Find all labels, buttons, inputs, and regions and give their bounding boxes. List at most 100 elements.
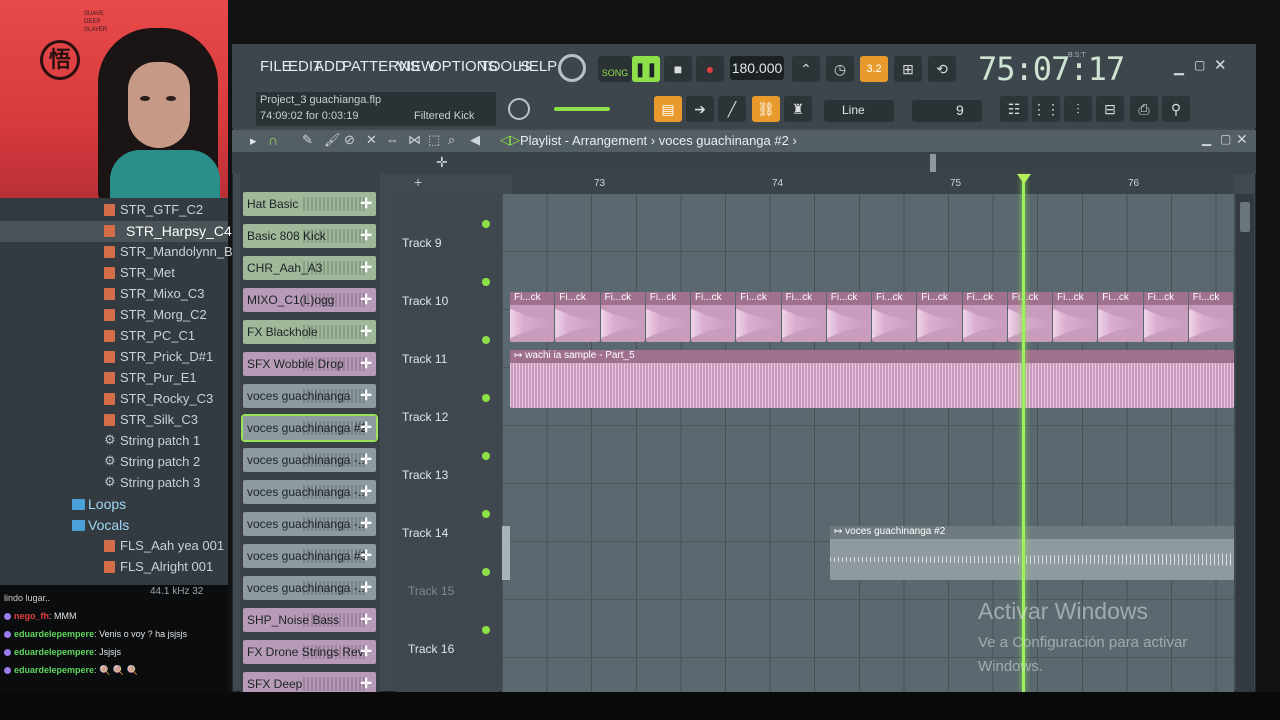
- pattern-item[interactable]: CHR_Aah_A3 ✛: [243, 256, 376, 280]
- cpu-indicator[interactable]: 3.2: [860, 56, 888, 82]
- track-mute-led[interactable]: [482, 568, 490, 576]
- menu-file[interactable]: FILE: [260, 58, 292, 75]
- metronome-icon[interactable]: ⌃: [792, 56, 820, 82]
- file-icon[interactable]: ⎙: [1130, 96, 1158, 122]
- track-mute-led[interactable]: [482, 220, 490, 228]
- pattern-item[interactable]: voces guachinanga -... ✛: [243, 576, 376, 600]
- pattern-selector[interactable]: 9: [912, 100, 982, 122]
- pattern-item[interactable]: FX Blackhole ✛: [243, 320, 376, 344]
- lane-track-11[interactable]: ↦ wachi ia sample - Part_5: [502, 310, 1234, 408]
- browser-item[interactable]: STR_Harpsy_C4: [0, 221, 232, 242]
- pat-song-toggle[interactable]: SONG: [598, 56, 632, 82]
- delete-icon[interactable]: ⊘: [344, 132, 355, 148]
- pattern-add-icon[interactable]: ✛: [360, 643, 372, 660]
- browser-item[interactable]: STR_Met: [0, 263, 228, 284]
- browser-item[interactable]: STR_Prick_D#1: [0, 347, 228, 368]
- pattern-item[interactable]: voces guachinanga -... ✛: [243, 480, 376, 504]
- play-arrow-icon[interactable]: ▸: [250, 133, 257, 149]
- track-label[interactable]: Track 11: [402, 352, 447, 366]
- zoom-icon[interactable]: ⌕: [448, 132, 455, 148]
- slip-icon[interactable]: ⇔: [386, 132, 399, 147]
- playhead-marker[interactable]: [1017, 174, 1031, 184]
- plugin-icon[interactable]: ⚲: [1162, 96, 1190, 122]
- maximize-icon[interactable]: ▢: [1194, 58, 1205, 72]
- pattern-add-icon[interactable]: ✛: [360, 675, 372, 692]
- playlist-close-icon[interactable]: ✕: [1236, 131, 1248, 148]
- stop-icon[interactable]: ■: [664, 56, 692, 82]
- loop-record-icon[interactable]: ⟲: [928, 56, 956, 82]
- pattern-add-icon[interactable]: ✛: [360, 515, 372, 532]
- wait-icon[interactable]: ◷: [826, 56, 854, 82]
- pattern-item[interactable]: voces guachinanga #3 ✛: [243, 544, 376, 568]
- pattern-add-icon[interactable]: ✛: [360, 547, 372, 564]
- mixer-icon[interactable]: ⫶: [1064, 96, 1092, 122]
- master-pitch-slider[interactable]: [554, 107, 610, 111]
- track-mute-led[interactable]: [482, 394, 490, 402]
- track-mute-led[interactable]: [482, 336, 490, 344]
- pattern-item[interactable]: MIXO_C1(L)ogg ✛: [243, 288, 376, 312]
- pattern-item[interactable]: voces guachinanga ✛: [243, 384, 376, 408]
- pattern-add-icon[interactable]: ✛: [360, 323, 372, 340]
- pitch-knob[interactable]: [508, 98, 530, 120]
- pattern-add-icon[interactable]: ✛: [360, 387, 372, 404]
- playlist-maximize-icon[interactable]: ▢: [1220, 132, 1231, 146]
- track-label[interactable]: Track 9: [402, 236, 442, 250]
- pause-icon[interactable]: ❚❚: [632, 56, 660, 82]
- browser-icon[interactable]: ⊟: [1096, 96, 1124, 122]
- browser-item[interactable]: Loops: [0, 494, 228, 515]
- browser-item[interactable]: FLS_Aah yea 001: [0, 536, 228, 557]
- pattern-add-icon[interactable]: ✛: [360, 611, 372, 628]
- track-label[interactable]: Track 10: [402, 294, 448, 308]
- browser-item[interactable]: STR_GTF_C2: [0, 200, 228, 221]
- pattern-add-icon[interactable]: ✛: [360, 355, 372, 372]
- pattern-add-icon[interactable]: ✛: [360, 451, 372, 468]
- bell-icon[interactable]: ♜: [784, 96, 812, 122]
- browser-item[interactable]: STR_PC_C1: [0, 326, 228, 347]
- channel-rack-icon[interactable]: ⋮⋮: [1032, 96, 1060, 122]
- pattern-add-icon[interactable]: ✛: [360, 419, 372, 436]
- track-14-resize[interactable]: [502, 526, 510, 580]
- slide-icon[interactable]: ╱: [718, 96, 746, 122]
- browser-item[interactable]: STR_Silk_C3: [0, 410, 228, 431]
- minimize-icon[interactable]: ▁: [1174, 60, 1184, 76]
- browser-item[interactable]: ⚙ String patch 1: [0, 431, 228, 452]
- pattern-item[interactable]: voces guachinanga -... ✛: [243, 448, 376, 472]
- brush-icon[interactable]: 🖌: [324, 132, 341, 148]
- track-label[interactable]: Track 14: [402, 526, 448, 540]
- link-icon[interactable]: ⛓: [752, 96, 780, 122]
- pattern-add-icon[interactable]: ✛: [360, 579, 372, 596]
- track-label[interactable]: Track 12: [402, 410, 448, 424]
- browser-item[interactable]: STR_Pur_E1: [0, 368, 228, 389]
- track-label[interactable]: Track 15: [408, 584, 454, 598]
- pattern-add-icon[interactable]: ✛: [360, 291, 372, 308]
- tempo-display[interactable]: 180.000: [730, 56, 784, 80]
- master-volume-knob[interactable]: [558, 54, 586, 82]
- close-icon[interactable]: ✕: [1214, 56, 1227, 74]
- lane-track-10[interactable]: Fi...ck Fi...ck Fi...ck Fi...ck Fi...ck Fi...…: [502, 252, 1234, 342]
- playlist-icon[interactable]: ☷: [1000, 96, 1028, 122]
- clip-voces-guachinanga-2[interactable]: ↦ voces guachinanga #2: [830, 526, 1234, 580]
- speaker-icon[interactable]: ◀: [470, 132, 480, 148]
- pattern-item[interactable]: Hat Basic ✛: [243, 192, 376, 216]
- browser-item[interactable]: STR_Mandolynn_B2: [0, 242, 240, 263]
- magnet-icon[interactable]: ∩: [268, 132, 278, 148]
- track-label[interactable]: Track 13: [402, 468, 448, 482]
- pattern-item[interactable]: Basic 808 Kick ✛: [243, 224, 376, 248]
- step-edit-icon[interactable]: ⊞: [894, 56, 922, 82]
- select-icon[interactable]: ⬚: [428, 132, 440, 148]
- menu-help[interactable]: HELP: [518, 58, 557, 75]
- arrow-icon[interactable]: ➔: [686, 96, 714, 122]
- browser-item[interactable]: ⚙ String patch 2: [0, 452, 228, 473]
- vertical-scrollbar[interactable]: [1236, 194, 1254, 692]
- record-icon[interactable]: ●: [696, 56, 724, 82]
- add-track-icon[interactable]: +: [414, 174, 422, 190]
- add-pattern-icon[interactable]: ✛: [436, 154, 448, 171]
- track-mute-led[interactable]: [482, 626, 490, 634]
- piano-roll-icon[interactable]: ▤: [654, 96, 682, 122]
- pattern-add-icon[interactable]: ✛: [360, 227, 372, 244]
- pattern-item[interactable]: FX Drone Strings Rev ✛: [243, 640, 376, 664]
- playlist-play-icon[interactable]: ◁▷: [500, 132, 520, 148]
- horizontal-scroll-handle[interactable]: [930, 154, 936, 172]
- track-mute-led[interactable]: [482, 278, 490, 286]
- timeline-ruler[interactable]: 73 74 75 76: [512, 174, 1234, 194]
